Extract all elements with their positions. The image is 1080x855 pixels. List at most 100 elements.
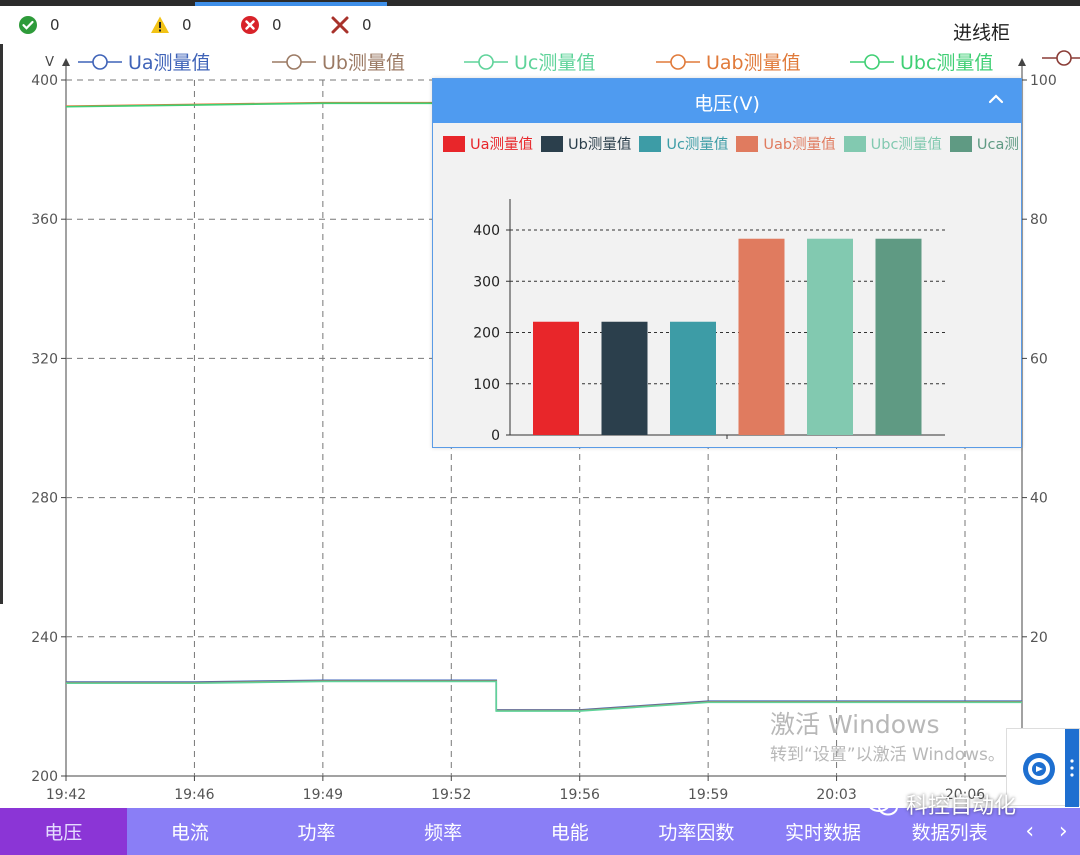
legend-label: Uab测量值 [706, 52, 801, 74]
legend-marker-icon [78, 53, 122, 70]
warning-count: 0 [182, 16, 192, 34]
error-count: 0 [272, 16, 282, 34]
tab-current[interactable]: 电流 [127, 808, 254, 855]
legend-label: Uc测量值 [514, 52, 596, 74]
popup-legend-item[interactable]: Uab测量值 [736, 133, 836, 154]
legend-swatch [443, 135, 465, 152]
legend-marker-icon [1042, 50, 1080, 66]
voltage-bar-popup: 电压(V) Ua测量值Ub测量值Uc测量值Uab测量值Ubc测量值Uca测量值 … [432, 78, 1022, 448]
popup-header: 电压(V) [433, 79, 1021, 123]
bar-y-tick-label: 200 [473, 326, 500, 342]
x-tick-label: 19:52 [431, 787, 471, 803]
x-tick-label: 19:59 [688, 787, 728, 803]
legend-label: Ub测量值 [322, 52, 405, 74]
legend-item[interactable]: Ubc测量值 [850, 48, 993, 75]
bar-y-tick-label: 400 [473, 223, 500, 239]
activation-watermark-subtitle: 转到“设置”以激活 Windows。 [770, 745, 1005, 765]
legend-marker-icon [464, 53, 508, 70]
check-circle-icon [18, 15, 38, 35]
popup-legend-item[interactable]: Ub测量值 [541, 133, 631, 154]
cabinet-title: 进线柜 [952, 22, 1010, 44]
bar [601, 321, 648, 435]
tab-power-factor[interactable]: 功率因数 [633, 808, 760, 855]
bar [738, 238, 785, 435]
popup-legend-item[interactable]: Uca测量值 [949, 133, 1019, 154]
y2-tick-label: 20 [1030, 630, 1048, 646]
activation-watermark-title: 激活 Windows [770, 710, 940, 739]
tab-frequency[interactable]: 频率 [380, 808, 507, 855]
legend-swatch [736, 135, 759, 152]
y2-tick-label: 80 [1030, 212, 1048, 228]
x-tick-label: 19:56 [560, 787, 600, 803]
tab-energy[interactable]: 电能 [507, 808, 634, 855]
legend-label: Ua测量值 [128, 52, 211, 74]
more-vertical-icon [1070, 759, 1074, 777]
bar-y-tick-label: 0 [491, 428, 500, 444]
legend-item[interactable]: Uc测量值 [464, 48, 595, 75]
fault-count: 0 [362, 16, 372, 34]
legend-swatch [949, 135, 972, 152]
warning-status[interactable]: 0 [150, 14, 192, 36]
y2-tick-label: 60 [1030, 351, 1048, 367]
bar [670, 321, 716, 435]
x-tick-label: 20:03 [816, 787, 856, 803]
popup-legend-label: Ua测量值 [470, 137, 533, 153]
legend-item[interactable]: Ub测量值 [272, 48, 405, 75]
error-circle-icon [240, 15, 260, 35]
brand-watermark: 科控自动化 [866, 788, 1016, 820]
bar [533, 321, 579, 435]
assistant-icon [1023, 753, 1055, 785]
popup-legend-item[interactable]: Ua测量值 [443, 133, 533, 154]
popup-legend-item[interactable]: Uc测量值 [639, 133, 728, 154]
y-tick-label: 320 [31, 351, 58, 367]
ok-count: 0 [50, 16, 60, 34]
popup-legend-label: Ub测量值 [568, 137, 632, 153]
error-status[interactable]: 0 [240, 14, 282, 36]
y-tick-label: 200 [31, 769, 58, 785]
status-bar: 0 0 0 0 进线柜 [0, 6, 1080, 44]
chevron-up-icon [988, 94, 1004, 104]
main-chart-legend: Ua测量值 Ub测量值 Uc测量值 Uab测量值 Ubc测量值 [0, 44, 1080, 80]
popup-legend-item[interactable]: Ubc测量值 [843, 133, 942, 154]
cross-icon [330, 15, 350, 35]
ok-status[interactable]: 0 [18, 14, 60, 36]
collapse-popup-button[interactable] [985, 88, 1007, 110]
warning-icon [150, 15, 170, 35]
wechat-icon [867, 792, 898, 816]
popup-legend-label: Ubc测量值 [870, 137, 942, 153]
legend-swatch [639, 135, 662, 152]
brand-name: 科控自动化 [906, 794, 1017, 819]
legend-item[interactable]: Uab测量值 [656, 48, 801, 75]
bar-y-tick-label: 300 [473, 274, 500, 290]
x-tick-label: 19:49 [303, 787, 343, 803]
popup-legend-label: Uab测量值 [763, 137, 836, 153]
side-widget-handle[interactable] [1065, 729, 1079, 807]
popup-legend-label: Uca测量值 [976, 137, 1019, 153]
legend-marker-icon [656, 53, 700, 70]
voltage-bar-chart: 400 300 200 100 0 [473, 199, 945, 444]
popup-title: 电压(V) [694, 93, 760, 115]
bar-y-tick-label: 100 [473, 377, 500, 393]
y2-tick-label: 40 [1030, 491, 1048, 507]
nav-next-button[interactable]: › [1047, 808, 1080, 855]
y-tick-label: 280 [31, 491, 58, 507]
legend-marker-icon [272, 53, 316, 70]
x-tick-label: 19:42 [46, 787, 86, 803]
fault-status[interactable]: 0 [330, 14, 372, 36]
app-screen: 0 0 0 0 进线柜 V 400 360 320 280 240 200 100 80 60 40… [0, 0, 1080, 855]
bar [875, 238, 922, 435]
y-tick-label: 240 [31, 630, 58, 646]
bar [807, 238, 853, 435]
legend-swatch [541, 135, 563, 152]
tab-voltage[interactable]: 电压 [0, 808, 127, 855]
y-tick-label: 360 [31, 212, 58, 228]
legend-item[interactable]: Ua测量值 [78, 48, 211, 75]
nav-prev-button[interactable]: ‹ [1013, 808, 1047, 855]
x-tick-label: 19:46 [174, 787, 214, 803]
side-float-widget[interactable] [1006, 728, 1080, 807]
legend-marker-icon [850, 53, 894, 70]
popup-legend-label: Uc测量值 [666, 137, 729, 153]
popup-legend: Ua测量值 Ub测量值 Uc测量值 Uab测量值 Ubc测量值 Uca测量值 [443, 133, 1019, 155]
tab-power[interactable]: 功率 [253, 808, 380, 855]
legend-item-overflow[interactable] [1042, 48, 1080, 68]
